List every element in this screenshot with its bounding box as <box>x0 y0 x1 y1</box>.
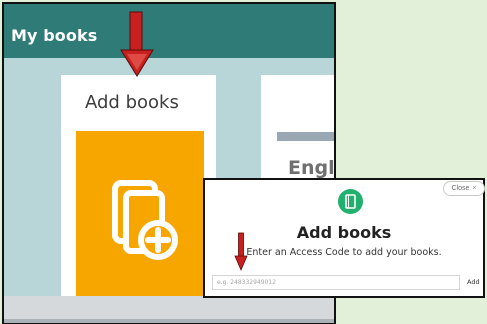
close-button-label: Close <box>451 185 470 192</box>
book-card-cover-bar <box>277 132 334 141</box>
close-icon: × <box>472 185 477 192</box>
book-card-title: Engli <box>288 157 336 179</box>
add-book-icon <box>112 180 178 260</box>
dialog-book-icon <box>338 189 363 214</box>
add-books-dialog: Close × Add books Enter an Access Code t… <box>203 178 485 298</box>
page-title: My books <box>11 26 98 45</box>
dialog-title: Add books <box>296 223 392 242</box>
add-books-card-label: Add books <box>85 92 179 113</box>
dialog-subtitle: Enter an Access Code to add your books. <box>246 247 442 258</box>
close-button[interactable]: Close × <box>443 181 485 196</box>
app-header: My books <box>4 4 334 58</box>
add-button[interactable]: Add <box>467 278 480 286</box>
screenshot-stage: My books Add books Engli Close × Add boo… <box>0 0 487 324</box>
access-code-input[interactable] <box>212 275 460 290</box>
add-books-tile[interactable] <box>76 131 204 300</box>
app-footer-line <box>4 319 334 323</box>
add-books-card[interactable]: Add books <box>61 75 216 300</box>
